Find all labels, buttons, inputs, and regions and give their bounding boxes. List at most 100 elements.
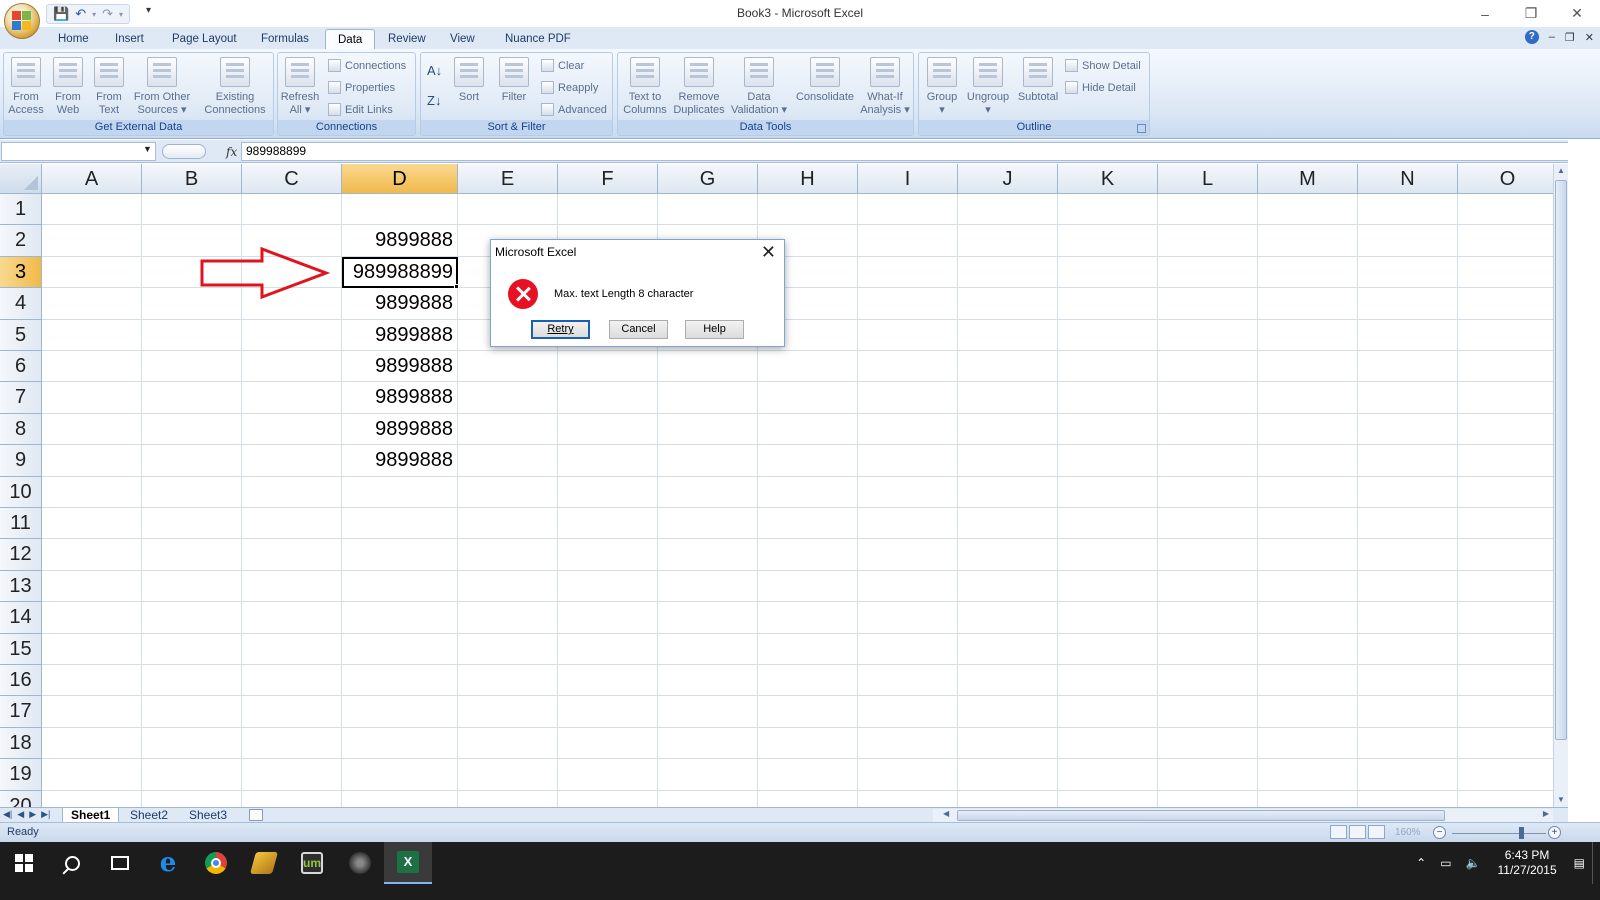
zoom-out-icon[interactable]: − [1433, 826, 1446, 839]
vertical-scrollbar[interactable]: ▲ ▼ [1553, 164, 1568, 807]
column-header-c[interactable]: C [242, 164, 342, 194]
advanced-button[interactable]: Advanced [541, 103, 607, 116]
scroll-up-icon[interactable]: ▲ [1554, 164, 1568, 178]
workbook-restore-icon[interactable]: ❐ [1565, 31, 1575, 44]
column-header-o[interactable]: O [1458, 164, 1553, 194]
subtotal-button[interactable]: Subtotal [1015, 57, 1061, 104]
connections-button[interactable]: Connections [328, 59, 406, 72]
next-sheet-icon[interactable]: ▶ [29, 809, 36, 820]
minimize-button[interactable]: – [1462, 0, 1508, 27]
zoom-slider-knob[interactable] [1519, 827, 1524, 839]
row-header-12[interactable]: 12 [0, 539, 42, 571]
row-header-19[interactable]: 19 [0, 759, 42, 791]
text-to-columns-button[interactable]: Text to Columns [621, 57, 669, 117]
row-header-9[interactable]: 9 [0, 445, 42, 477]
taskbar-app[interactable] [336, 842, 384, 884]
row-header-2[interactable]: 2 [0, 225, 42, 257]
vertical-scroll-thumb[interactable] [1555, 180, 1567, 740]
data-validation-button[interactable]: Data Validation ▾ [729, 57, 789, 117]
name-box-dropdown-icon[interactable]: ▼ [143, 144, 152, 154]
consolidate-button[interactable]: Consolidate [792, 57, 858, 104]
tab-page-layout[interactable]: Page Layout [160, 29, 249, 49]
column-header-n[interactable]: N [1358, 164, 1458, 194]
scroll-down-icon[interactable]: ▼ [1554, 793, 1568, 807]
cell-d2[interactable]: 9899888 [342, 225, 458, 256]
page-layout-view-icon[interactable] [1349, 825, 1366, 839]
page-break-view-icon[interactable] [1368, 825, 1385, 839]
workbook-close-icon[interactable]: ✕ [1585, 31, 1594, 44]
start-button[interactable] [0, 842, 48, 884]
tab-home[interactable]: Home [46, 29, 101, 49]
scroll-left-icon[interactable]: ◀ [943, 809, 949, 818]
column-header-d[interactable]: D [342, 164, 458, 194]
row-header-7[interactable]: 7 [0, 382, 42, 414]
row-header-6[interactable]: 6 [0, 351, 42, 383]
column-header-l[interactable]: L [1158, 164, 1258, 194]
cell-d5[interactable]: 9899888 [342, 320, 458, 351]
normal-view-icon[interactable] [1330, 825, 1347, 839]
cell-d9[interactable]: 9899888 [342, 445, 458, 476]
sort-button[interactable]: Sort [449, 57, 489, 104]
tab-review[interactable]: Review [376, 29, 438, 49]
from-access-button[interactable]: From Access [6, 57, 46, 117]
network-icon[interactable]: ▭ [1440, 856, 1451, 870]
row-header-16[interactable]: 16 [0, 665, 42, 697]
taskbar-chrome[interactable] [192, 842, 240, 884]
formula-cancel-enter-icon[interactable] [162, 144, 206, 159]
row-header-17[interactable]: 17 [0, 696, 42, 728]
help-button[interactable]: Help [685, 320, 744, 339]
row-header-13[interactable]: 13 [0, 570, 42, 603]
hide-detail-button[interactable]: Hide Detail [1065, 81, 1136, 94]
from-web-button[interactable]: From Web [48, 57, 88, 117]
row-header-20[interactable]: 20 [0, 790, 42, 807]
clear-button[interactable]: Clear [541, 59, 584, 72]
column-header-j[interactable]: J [958, 164, 1058, 194]
what-if-analysis-button[interactable]: What-If Analysis ▾ [858, 57, 912, 117]
from-text-button[interactable]: From Text [89, 57, 129, 117]
tab-formulas[interactable]: Formulas [249, 29, 321, 49]
clock[interactable]: 6:43 PM 11/27/2015 [1497, 848, 1556, 878]
show-detail-button[interactable]: Show Detail [1065, 59, 1141, 72]
taskbar-edge[interactable]: e [144, 842, 192, 884]
from-other-sources-button[interactable]: From Other Sources ▾ [131, 57, 193, 117]
row-header-14[interactable]: 14 [0, 602, 42, 634]
cancel-button[interactable]: Cancel [609, 320, 668, 339]
last-sheet-icon[interactable]: ▶| [41, 809, 50, 820]
taskbar-um[interactable]: um [288, 842, 336, 884]
tab-insert[interactable]: Insert [103, 29, 156, 49]
outline-dialog-launcher-icon[interactable] [1137, 124, 1146, 133]
column-header-g[interactable]: G [658, 164, 758, 194]
column-header-b[interactable]: B [142, 164, 242, 194]
remove-duplicates-button[interactable]: Remove Duplicates [671, 57, 727, 117]
show-desktop-button[interactable] [1592, 842, 1600, 884]
action-center-icon[interactable]: ▤ [1574, 856, 1585, 870]
ungroup-button[interactable]: Ungroup ▾ [964, 57, 1012, 117]
cell-d3[interactable]: 989988899 [342, 256, 458, 289]
insert-function-icon[interactable]: fx [226, 145, 237, 159]
existing-connections-button[interactable]: Existing Connections [200, 57, 270, 117]
tab-nuance-pdf[interactable]: Nuance PDF [493, 29, 583, 49]
row-header-3[interactable]: 3 [0, 256, 42, 289]
first-sheet-icon[interactable]: ◀| [3, 809, 12, 820]
zoom-slider-track[interactable] [1452, 833, 1546, 834]
sheet-tab-sheet3[interactable]: Sheet3 [181, 808, 235, 823]
cell-d7[interactable]: 9899888 [342, 382, 458, 413]
filter-button[interactable]: Filter [494, 57, 534, 104]
select-all-button[interactable] [0, 164, 42, 194]
dialog-close-icon[interactable]: ✕ [761, 242, 776, 263]
taskbar-excel[interactable]: X [384, 842, 432, 884]
taskbar-winrar[interactable] [240, 842, 288, 884]
column-header-m[interactable]: M [1258, 164, 1358, 194]
task-view-button[interactable] [96, 842, 144, 884]
sheet-tab-sheet2[interactable]: Sheet2 [122, 808, 176, 823]
show-hidden-icons-icon[interactable]: ⌃ [1416, 856, 1426, 870]
cell-d6[interactable]: 9899888 [342, 351, 458, 382]
row-header-5[interactable]: 5 [0, 319, 42, 351]
horizontal-scroll-thumb[interactable] [957, 810, 1445, 821]
row-header-15[interactable]: 15 [0, 633, 42, 665]
column-header-f[interactable]: F [558, 164, 658, 194]
row-header-10[interactable]: 10 [0, 476, 42, 508]
name-box[interactable] [1, 142, 156, 161]
cell-d4[interactable]: 9899888 [342, 288, 458, 319]
column-header-a[interactable]: A [42, 164, 142, 194]
